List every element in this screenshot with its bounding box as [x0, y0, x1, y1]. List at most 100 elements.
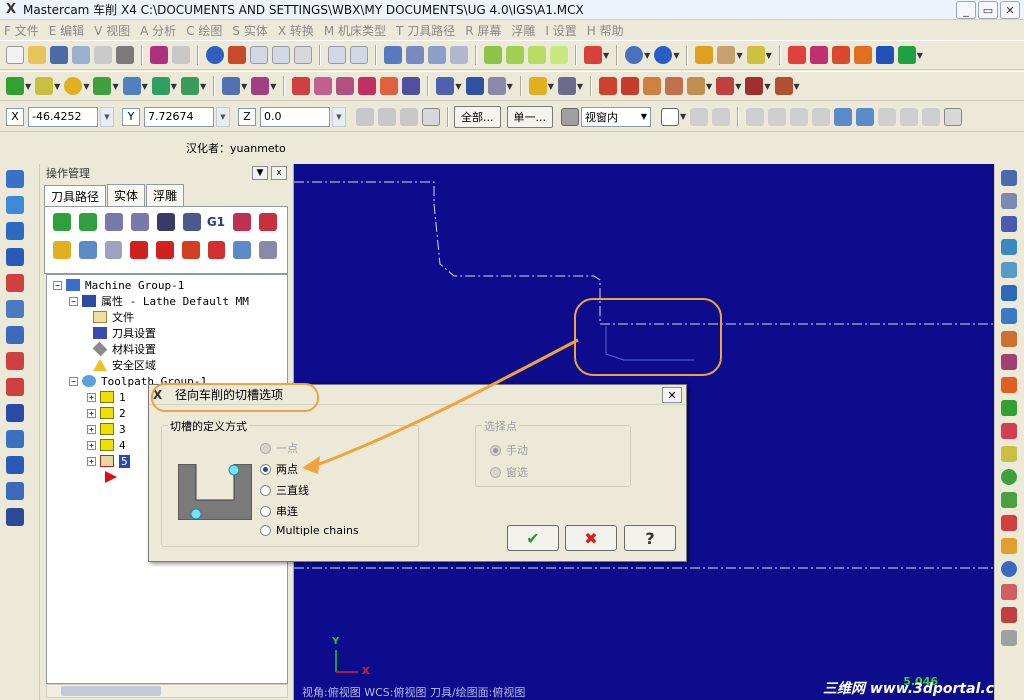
select-area-icon[interactable]	[768, 107, 787, 126]
wand-icon[interactable]	[746, 46, 765, 64]
tool-path-icon[interactable]	[406, 46, 424, 64]
toggle-post-icon[interactable]	[104, 241, 123, 259]
clear-selection-icon[interactable]	[900, 107, 919, 126]
radio-three-lines[interactable]	[260, 484, 271, 496]
move-up-icon[interactable]	[156, 241, 174, 259]
unzoom-icon[interactable]	[328, 46, 346, 64]
thread-icon[interactable]	[687, 77, 706, 95]
lathe-stock-icon[interactable]	[621, 77, 640, 95]
right-hook-icon[interactable]	[1001, 492, 1017, 508]
side-view-icon[interactable]	[550, 46, 568, 64]
close-button[interactable]: ✕	[1000, 1, 1020, 19]
light-icon[interactable]	[528, 77, 547, 95]
gview-icon[interactable]	[584, 46, 602, 64]
z-coordinate-field[interactable]: 0.0	[260, 106, 330, 127]
layer-icon[interactable]	[6, 300, 24, 318]
menu-analyze[interactable]: A 分析	[140, 22, 176, 39]
insert-arrow-icon[interactable]	[181, 241, 200, 259]
translate-icon[interactable]	[292, 77, 311, 95]
toggle-display-icon[interactable]	[78, 241, 97, 259]
menu-toolpaths[interactable]: T 刀具路径	[396, 22, 455, 39]
tree-stock-settings[interactable]: 材料设置	[92, 341, 156, 357]
hide-icon[interactable]	[6, 430, 24, 448]
tree-op-2[interactable]: + 2	[87, 405, 126, 421]
radio-one-point[interactable]	[260, 442, 271, 454]
tree-op-3[interactable]: + 3	[87, 421, 126, 437]
top-view-icon[interactable]	[506, 46, 524, 64]
menu-screen[interactable]: R 屏幕	[465, 22, 501, 39]
right-move-icon[interactable]	[1001, 285, 1017, 301]
cursor-icon[interactable]	[661, 107, 679, 126]
art-icon[interactable]	[853, 46, 872, 64]
x-axis-button[interactable]: X	[6, 107, 24, 126]
radio-chain[interactable]	[260, 505, 271, 517]
right-grid-icon[interactable]	[1001, 515, 1017, 531]
y-dropdown[interactable]: ▼	[216, 106, 230, 127]
save-icon[interactable]	[50, 46, 68, 64]
tree-op-5[interactable]: + 5	[87, 453, 130, 469]
grid-icon[interactable]	[465, 77, 484, 95]
select-window-icon[interactable]	[746, 107, 765, 126]
print-icon[interactable]	[116, 46, 134, 64]
radio-multiple-chains[interactable]	[260, 525, 271, 536]
post-icon[interactable]	[774, 77, 793, 95]
option-three-lines[interactable]: 三直线	[260, 482, 309, 498]
right-line-icon[interactable]	[1001, 193, 1017, 209]
offset-icon[interactable]	[380, 77, 399, 95]
fast-point-icon[interactable]	[356, 107, 374, 126]
zoom-window-icon[interactable]	[272, 46, 290, 64]
right-globe-icon[interactable]	[1001, 561, 1017, 577]
menu-machine-type[interactable]: M 机床类型	[324, 22, 386, 39]
print-preview-icon[interactable]	[94, 46, 112, 64]
undo-icon[interactable]	[150, 46, 168, 64]
zoom-target-icon[interactable]	[294, 46, 312, 64]
toolpath-manager-icon[interactable]	[809, 46, 828, 64]
rotate-view-icon[interactable]	[6, 222, 24, 240]
backplot-ops-icon[interactable]	[156, 213, 175, 231]
ops-horizontal-scrollbar[interactable]	[46, 684, 288, 698]
turn-profile-icon[interactable]	[643, 77, 662, 95]
lock-icon[interactable]	[53, 241, 71, 259]
globe-icon[interactable]	[625, 46, 644, 64]
option-one-point[interactable]: 一点	[260, 440, 298, 456]
rotate-icon[interactable]	[314, 77, 333, 95]
verify-ops-icon[interactable]	[182, 213, 201, 231]
regenerate-icon[interactable]	[104, 213, 123, 231]
verify-icon[interactable]	[716, 77, 735, 95]
tree-files[interactable]: 文件	[93, 309, 134, 325]
right-solid1-icon[interactable]	[1001, 584, 1017, 600]
right-solid2-icon[interactable]	[1001, 607, 1017, 623]
triangle-icon[interactable]	[487, 77, 506, 95]
help-tool-icon[interactable]	[787, 46, 806, 64]
right-save-icon[interactable]	[1001, 216, 1017, 232]
tool-icon[interactable]	[384, 46, 402, 64]
verify-selection-icon[interactable]	[561, 107, 579, 126]
tree-properties[interactable]: − 属性 - Lathe Default MM	[69, 293, 249, 309]
help-select-icon[interactable]	[944, 107, 963, 126]
chamfer-icon[interactable]	[122, 77, 141, 95]
select-face-icon[interactable]	[856, 107, 875, 126]
open-file-icon[interactable]	[28, 46, 46, 64]
tab-solids[interactable]: 实体	[107, 184, 146, 206]
trim-icon[interactable]	[222, 77, 241, 95]
post-g1-label[interactable]: G1	[207, 215, 225, 229]
spline-icon[interactable]	[151, 77, 170, 95]
groove-icon[interactable]	[665, 77, 684, 95]
radio-two-points[interactable]	[260, 463, 271, 475]
y-axis-button[interactable]: Y	[122, 107, 140, 126]
toolpath-up-icon[interactable]	[6, 170, 24, 188]
menu-edit[interactable]: E 编辑	[49, 22, 84, 39]
redo-icon[interactable]	[172, 46, 190, 64]
help-button[interactable]: ?	[624, 525, 676, 551]
eraser-left-icon[interactable]	[6, 378, 24, 396]
chain-icon[interactable]	[897, 46, 916, 64]
panel-icon[interactable]	[6, 508, 24, 526]
shape-icon[interactable]	[6, 352, 24, 370]
delete-ops-icon[interactable]	[258, 213, 277, 231]
layers-icon[interactable]	[6, 456, 24, 474]
eraser-icon[interactable]	[717, 46, 736, 64]
front-view-icon[interactable]	[528, 46, 546, 64]
tree-op-1[interactable]: + 1	[87, 389, 126, 405]
menu-view[interactable]: V 视图	[94, 22, 130, 39]
break-icon[interactable]	[251, 77, 270, 95]
